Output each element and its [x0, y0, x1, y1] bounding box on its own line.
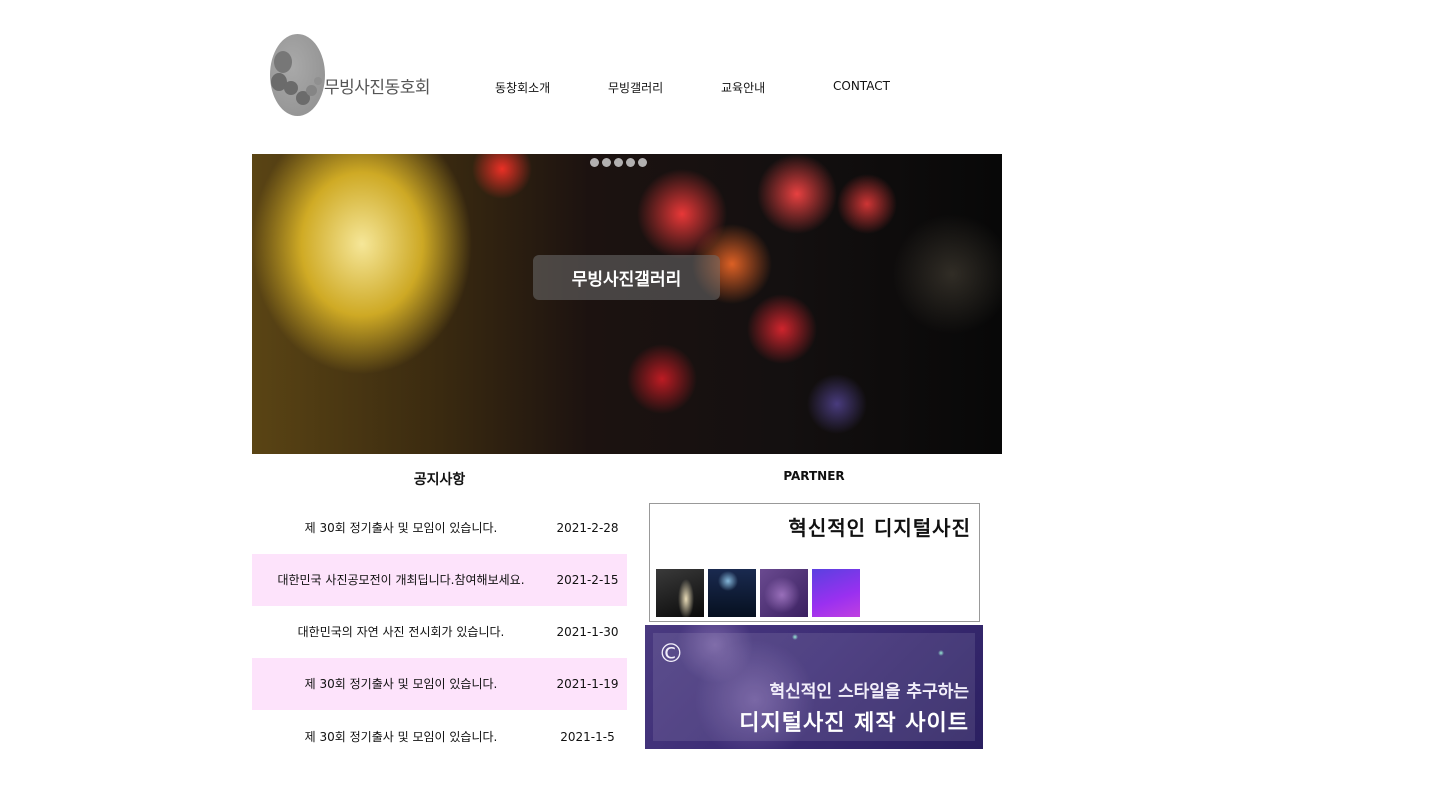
partner-banner-production-site[interactable]: © 혁신적인 스타일을 추구하는 디지털사진 제작 사이트 [645, 625, 983, 749]
logo[interactable]: 무빙사진동호회 [268, 33, 430, 117]
logo-dot [306, 85, 317, 96]
notice-row[interactable]: 대한민국의 자연 사진 전시회가 있습니다. 2021-1-30 [252, 606, 627, 658]
slider-pagination [590, 158, 647, 167]
partner-thumbnail [760, 569, 808, 617]
logo-text: 무빙사진동호회 [324, 78, 430, 98]
slider-dot[interactable] [590, 158, 599, 167]
notice-text: 제 30회 정기출사 및 모임이 있습니다. [304, 677, 498, 691]
notice-row[interactable]: 제 30회 정기출사 및 모임이 있습니다. 2021-1-5 [252, 711, 627, 763]
partner-banner-subtitle: 혁신적인 스타일을 추구하는 [769, 682, 969, 702]
notice-date: 2021-1-5 [560, 730, 615, 744]
copyright-icon: © [658, 639, 684, 669]
partner-banner-digital-photo[interactable]: 혁신적인 디지털사진 [649, 503, 980, 622]
notice-text: 제 30회 정기출사 및 모임이 있습니다. [304, 521, 498, 535]
notice-date: 2021-2-15 [556, 573, 619, 587]
partner-banner-title: 혁신적인 디지털사진 [788, 516, 971, 540]
notice-row[interactable]: 제 30회 정기출사 및 모임이 있습니다. 2021-2-28 [252, 502, 627, 554]
nav-item-gallery[interactable]: 무빙갤러리 [608, 79, 663, 96]
notice-date: 2021-1-19 [556, 677, 619, 691]
hero-title: 무빙사진갤러리 [533, 255, 720, 300]
partner-banner-title: 디지털사진 제작 사이트 [739, 710, 969, 736]
slider-dot[interactable] [638, 158, 647, 167]
notice-row[interactable]: 대한민국 사진공모전이 개최딥니다.참여해보세요. 2021-2-15 [252, 554, 627, 606]
notice-row[interactable]: 제 30회 정기출사 및 모임이 있습니다. 2021-1-19 [252, 658, 627, 710]
hero-slider: 무빙사진갤러리 [252, 154, 1002, 454]
notice-heading: 공지사항 [413, 472, 466, 488]
notice-date: 2021-2-28 [556, 521, 619, 535]
nav-item-contact[interactable]: CONTACT [833, 79, 890, 93]
slider-dot[interactable] [626, 158, 635, 167]
notice-text: 대한민국의 자연 사진 전시회가 있습니다. [297, 625, 505, 639]
slider-dot[interactable] [614, 158, 623, 167]
partner-thumbnail [812, 569, 860, 617]
notice-date: 2021-1-30 [556, 625, 619, 639]
nav-item-education[interactable]: 교육안내 [721, 79, 765, 96]
notice-text: 제 30회 정기출사 및 모임이 있습니다. [304, 730, 498, 744]
slider-dot[interactable] [602, 158, 611, 167]
notice-text: 대한민국 사진공모전이 개최딥니다.참여해보세요. [277, 573, 525, 587]
nav-item-about[interactable]: 동창회소개 [495, 79, 550, 96]
partner-thumbnail [656, 569, 704, 617]
logo-dot [314, 77, 322, 85]
logo-dot [284, 81, 298, 95]
logo-dot [274, 51, 292, 73]
partner-thumbnail [708, 569, 756, 617]
partner-heading: PARTNER [783, 469, 845, 483]
